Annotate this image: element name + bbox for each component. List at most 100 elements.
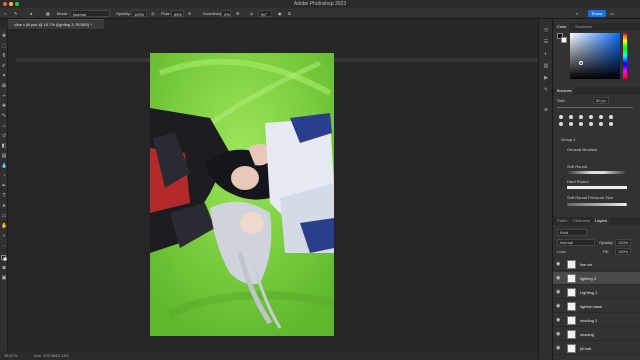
shape-tool-icon[interactable]: ▭ [1,213,7,219]
gradient-tool-icon[interactable]: ▤ [1,153,7,159]
crop-tool-icon[interactable]: ⌗ [1,73,7,79]
actions-icon[interactable]: ▶ [543,75,549,81]
quick-mask-icon[interactable]: ◙ [1,265,7,271]
layer-thumbnail [567,274,576,283]
brush-tool-icon[interactable]: ✎ [14,10,17,17]
stamp-tool-icon[interactable]: ⊥ [1,123,7,129]
visibility-eye-icon[interactable]: ◉ [556,272,561,285]
visibility-eye-icon[interactable]: ◉ [556,258,561,271]
mode-select[interactable]: Normal [70,10,110,17]
color-picker-ring[interactable] [579,61,583,65]
zoom-tool-icon[interactable]: ⌕ [1,233,7,239]
layer-thumbnail [567,316,576,325]
screen-mode-icon[interactable]: ▣ [1,275,7,281]
artwork-canvas[interactable] [150,53,334,336]
brush-item-soft-round[interactable]: Soft Round [567,164,587,169]
lasso-tool-icon[interactable]: ϐ [1,53,7,59]
workspace-icon[interactable]: ▭ [610,10,614,17]
tab-color[interactable]: Color [555,23,569,31]
tab-layers[interactable]: Layers [593,217,610,225]
visibility-eye-icon[interactable]: ◉ [556,328,561,341]
search-icon[interactable]: ⌕ [576,10,578,17]
tab-swatches[interactable]: Swatches [573,23,594,31]
blur-tool-icon[interactable]: 💧 [1,163,7,169]
libraries-icon[interactable]: ▥ [543,63,549,69]
layer-row[interactable]: ◉ Lighting 2 [553,286,640,299]
hue-slider[interactable] [623,33,627,79]
layer-name: lightish base [580,304,603,309]
brush-item-hard-round[interactable]: Hard Round [567,179,589,184]
share-button[interactable]: Share [588,10,606,17]
right-panels: Color Swatches Brushes Size 50 px Group … [552,19,640,360]
brush-preset-7 [559,122,563,126]
marquee-tool-icon[interactable]: ⬚ [1,43,7,49]
document-tab[interactable]: clive c jill.psd @ 16.7% (lighting 3, RG… [8,19,104,29]
doc-size-readout[interactable]: Doc: 102.9M/2.14G [34,351,69,360]
tab-brushes[interactable]: Brushes [555,87,574,95]
opacity-input[interactable]: 100% [131,10,147,17]
visibility-eye-icon[interactable]: ◉ [556,314,561,327]
hand-tool-icon[interactable]: ✋ [1,223,7,229]
brush-settings-icon[interactable]: ✎ [543,87,549,93]
adjustments-icon[interactable]: ◐ [543,51,549,57]
properties-icon[interactable]: ☰ [543,39,549,45]
smoothing-input[interactable]: 0% [221,10,231,17]
home-icon[interactable]: ⌂ [4,10,6,17]
brush-preset-icon[interactable]: ● [30,10,32,17]
brush-stroke-preview [567,186,627,189]
clone-source-icon[interactable]: ⊕ [543,107,549,113]
tab-paths[interactable]: Paths [555,217,569,225]
layer-row[interactable]: ◉ jill hair [553,342,640,355]
angle-input[interactable]: 90° [258,10,272,17]
flow-label: Flow: [161,11,171,16]
airbrush-icon[interactable]: ✈ [188,10,191,17]
eyedropper-tool-icon[interactable]: ⌿ [1,93,7,99]
brush-subgroup-label[interactable]: General Brushes [567,147,597,152]
layer-row[interactable]: ◉ line art [553,258,640,271]
frame-tool-icon[interactable]: ⊠ [1,83,7,89]
layer-row[interactable]: ◉ shading [553,328,640,341]
brush-size-input[interactable]: 50 px [593,97,609,104]
illustration-image [150,53,334,336]
layer-fill-input[interactable]: 100% [615,248,632,255]
layer-row[interactable]: ◉ lightish base [553,300,640,313]
smoothing-options-icon[interactable]: ⚙ [236,10,240,17]
brush-size-slider[interactable] [557,107,633,108]
visibility-eye-icon[interactable]: ◉ [556,286,561,299]
symmetry-icon[interactable]: ⧖ [288,10,291,17]
path-select-tool-icon[interactable]: ➤ [1,203,7,209]
zoom-readout[interactable]: 16.67% [4,351,18,360]
tab-channels[interactable]: Channels [571,217,592,225]
layer-name: lighting 3 [580,276,597,281]
layer-opacity-input[interactable]: 100% [615,239,632,246]
layer-row[interactable]: ◉ shading 2 [553,314,640,327]
more-tools-icon[interactable]: ⋯ [1,243,7,249]
pen-tool-icon[interactable]: ✒ [1,183,7,189]
brush-settings-icon[interactable]: ▦ [46,10,50,17]
color-background-swatch[interactable] [561,37,567,43]
quick-select-tool-icon[interactable]: ✐ [1,63,7,69]
color-field[interactable] [570,33,620,79]
layer-kind-filter[interactable]: Kind [557,229,587,236]
type-tool-icon[interactable]: T [1,193,7,199]
brush-group-label[interactable]: Group 1 [561,137,575,142]
history-icon[interactable]: ◷ [543,27,549,33]
layer-row-selected[interactable]: ◉ lighting 3 [553,272,640,285]
healing-tool-icon[interactable]: ✚ [1,103,7,109]
move-tool-icon[interactable]: ✥ [1,33,7,39]
brush-stroke-preview [567,203,627,206]
brush-item-soft-round-pressure[interactable]: Soft Round Pressure Size [567,195,613,200]
pressure-opacity-icon[interactable]: ◎ [151,10,155,17]
dodge-tool-icon[interactable]: ◔ [1,173,7,179]
brush-presets-row [557,113,633,127]
flow-input[interactable]: 85% [171,10,184,17]
brush-tool-icon[interactable]: ✎ [1,113,7,119]
background-color-swatch[interactable] [3,257,7,261]
eraser-tool-icon[interactable]: ◧ [1,143,7,149]
angle-icon[interactable]: ∠ [250,10,254,17]
visibility-eye-icon[interactable]: ◉ [556,342,561,355]
visibility-eye-icon[interactable]: ◉ [556,300,561,313]
layer-blend-select[interactable]: Normal [557,239,595,246]
pressure-size-icon[interactable]: ◉ [278,10,282,17]
history-brush-icon[interactable]: ↺ [1,133,7,139]
